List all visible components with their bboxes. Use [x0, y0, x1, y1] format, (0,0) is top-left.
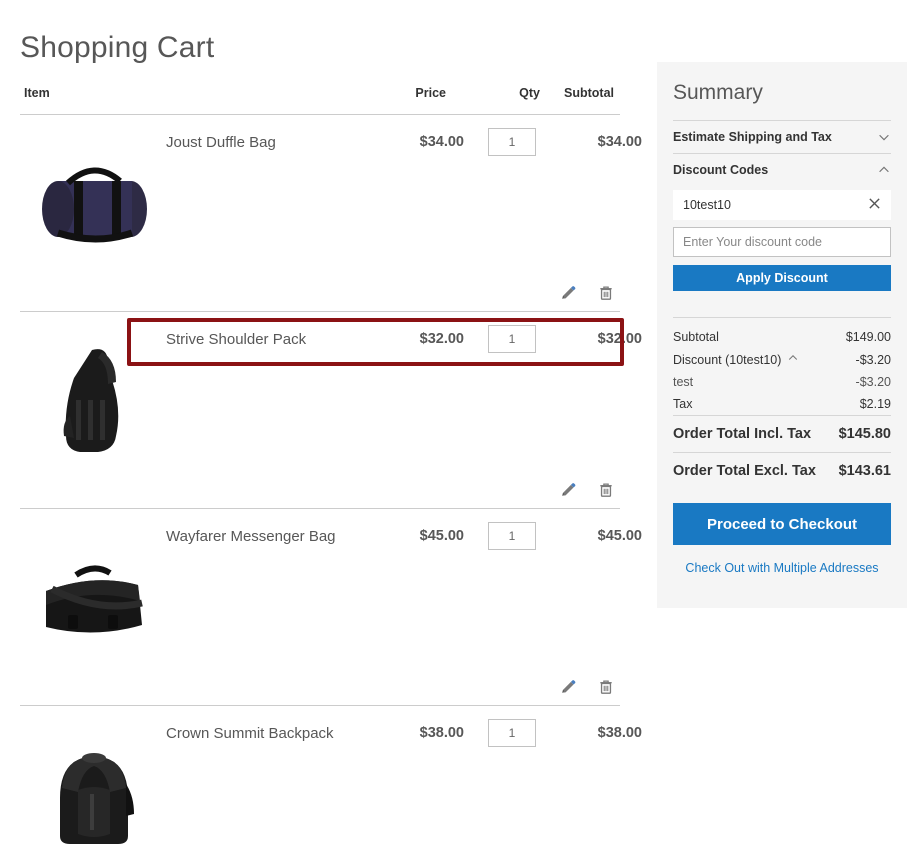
order-total-row: Order Total Incl. Tax $145.80: [673, 415, 891, 452]
order-total-label-wrap: Order Total Incl. Tax: [673, 426, 811, 442]
cart-item-row: Strive Shoulder Pack $32.00 $32.00: [20, 311, 620, 508]
order-total-value: -$3.20: [856, 353, 891, 367]
column-header-price: Price: [354, 86, 446, 114]
order-total-label-wrap: Discount (10test10): [673, 352, 799, 367]
accordion-label-estimate-shipping-and-tax: Estimate Shipping and Tax: [673, 130, 832, 144]
cart-item-row: Crown Summit Backpack $38.00 $38.00: [20, 705, 620, 860]
crown-summit-backpack-photo[interactable]: [30, 728, 160, 858]
accordion-label-discount-codes: Discount Codes: [673, 163, 768, 177]
cart-item-subtotal: $45.00: [560, 528, 646, 544]
order-total-row: Tax $2.19: [673, 393, 891, 415]
cart-table-container: Item Price Qty Subtotal Joust Duffl: [20, 86, 620, 860]
cart-item-qty-cell: [464, 719, 560, 747]
cart-item-row: Joust Duffle Bag $34.00 $34.00: [20, 115, 620, 311]
cart-item-name[interactable]: Strive Shoulder Pack: [166, 331, 386, 348]
cart-item-qty-cell: [464, 522, 560, 550]
order-total-value: $2.19: [860, 397, 891, 411]
order-total-value: $145.80: [839, 426, 891, 442]
order-summary-panel: Summary Estimate Shipping and Tax Discou…: [657, 62, 907, 608]
quantity-input[interactable]: [488, 325, 536, 353]
cart-item-subtotal: $32.00: [560, 331, 646, 347]
edit-item-pencil-icon[interactable]: [558, 677, 578, 697]
order-total-label: test: [673, 375, 693, 389]
order-total-value: $143.61: [839, 463, 891, 479]
page-title: Shopping Cart: [20, 28, 214, 68]
cart-item-name[interactable]: Wayfarer Messenger Bag: [166, 528, 386, 545]
cart-item-row: Wayfarer Messenger Bag $45.00 $45.00: [20, 508, 620, 705]
cart-table-header: Item Price Qty Subtotal: [20, 86, 620, 114]
edit-item-pencil-icon[interactable]: [558, 480, 578, 500]
accordion-estimate-shipping-and-tax[interactable]: Estimate Shipping and Tax: [673, 120, 891, 153]
order-total-row[interactable]: Discount (10test10) -$3.20: [673, 348, 891, 371]
cart-item-actions: [558, 677, 616, 697]
order-total-row: Subtotal $149.00: [673, 326, 891, 348]
chevron-up-icon: [877, 163, 891, 177]
cart-item-name[interactable]: Joust Duffle Bag: [166, 134, 386, 151]
order-total-label: Tax: [673, 397, 692, 411]
chevron-down-icon: [877, 130, 891, 144]
order-total-label-wrap: Tax: [673, 397, 692, 411]
discount-code-input[interactable]: [673, 227, 891, 257]
order-total-label-wrap: Subtotal: [673, 330, 719, 344]
order-total-row: test -$3.20: [673, 371, 891, 393]
order-total-label: Subtotal: [673, 330, 719, 344]
summary-title: Summary: [673, 80, 891, 106]
cart-item-price: $32.00: [386, 331, 464, 347]
column-header-qty: Qty: [446, 86, 540, 114]
order-total-label: Order Total Excl. Tax: [673, 463, 816, 479]
order-total-label-wrap: Order Total Excl. Tax: [673, 463, 816, 479]
cart-item-name[interactable]: Crown Summit Backpack: [166, 725, 386, 742]
strive-shoulder-pack-photo[interactable]: [30, 334, 160, 464]
wayfarer-messenger-bag-photo[interactable]: [30, 531, 160, 661]
quantity-input[interactable]: [488, 719, 536, 747]
checkout-multiple-addresses-link[interactable]: Check Out with Multiple Addresses: [673, 561, 891, 575]
applied-discount-code-label: 10test10: [683, 198, 731, 212]
apply-discount-button[interactable]: Apply Discount: [673, 265, 891, 291]
cart-item-qty-cell: [464, 128, 560, 156]
remove-item-trash-icon[interactable]: [596, 480, 616, 500]
cart-item-block: Strive Shoulder Pack $32.00 $32.00: [20, 312, 620, 508]
accordion-discount-codes[interactable]: Discount Codes: [673, 153, 891, 186]
quantity-input[interactable]: [488, 128, 536, 156]
cart-item-subtotal: $38.00: [560, 725, 646, 741]
quantity-input[interactable]: [488, 522, 536, 550]
column-header-item: Item: [20, 86, 354, 114]
order-total-label: Order Total Incl. Tax: [673, 426, 811, 442]
cart-row-list: Joust Duffle Bag $34.00 $34.00: [20, 115, 620, 860]
order-total-value: -$3.20: [856, 375, 891, 389]
cart-item-block: Joust Duffle Bag $34.00 $34.00: [20, 115, 620, 311]
cart-item-price: $34.00: [386, 134, 464, 150]
edit-item-pencil-icon[interactable]: [558, 283, 578, 303]
cart-table: Item Price Qty Subtotal: [20, 86, 620, 114]
cart-item-actions: [558, 283, 616, 303]
cart-item-subtotal: $34.00: [560, 134, 646, 150]
cart-item-qty-cell: [464, 325, 560, 353]
chevron-up-icon: [787, 352, 799, 367]
cart-item-price: $45.00: [386, 528, 464, 544]
applied-discount-code-chip: 10test10: [673, 190, 891, 220]
order-total-label: Discount (10test10): [673, 353, 781, 367]
cart-item-actions: [558, 480, 616, 500]
cart-item-block: Wayfarer Messenger Bag $45.00 $45.00: [20, 509, 620, 705]
remove-item-trash-icon[interactable]: [596, 677, 616, 697]
shopping-cart-page: Shopping Cart Item Price Qty Subtotal: [0, 0, 922, 860]
close-icon[interactable]: [866, 195, 883, 215]
cart-item-price: $38.00: [386, 725, 464, 741]
order-total-row: Order Total Excl. Tax $143.61: [673, 452, 891, 489]
joust-duffle-bag-photo[interactable]: [30, 137, 160, 267]
cart-item-block: Crown Summit Backpack $38.00 $38.00: [20, 706, 620, 860]
column-header-subtotal: Subtotal: [540, 86, 620, 114]
order-total-value: $149.00: [846, 330, 891, 344]
proceed-to-checkout-button[interactable]: Proceed to Checkout: [673, 503, 891, 545]
order-total-label-wrap: test: [673, 375, 693, 389]
order-totals-list: Subtotal $149.00 Discount (10test10) -$3…: [673, 317, 891, 489]
remove-item-trash-icon[interactable]: [596, 283, 616, 303]
